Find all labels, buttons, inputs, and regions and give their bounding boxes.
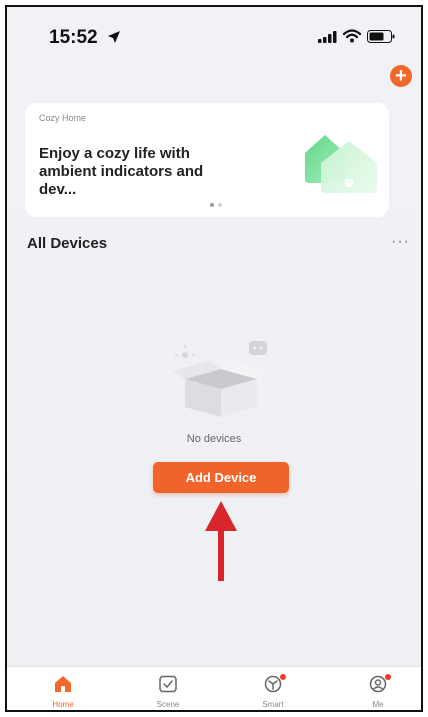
tab-scene[interactable]: Scene bbox=[138, 675, 198, 709]
bottom-tab-bar: Home Scene Smart Me bbox=[7, 666, 421, 710]
tab-smart[interactable]: Smart bbox=[243, 674, 303, 709]
banner-title: Cozy Home bbox=[39, 113, 87, 123]
plus-icon: + bbox=[395, 65, 407, 87]
banner-pagination bbox=[210, 203, 222, 207]
tab-smart-label: Smart bbox=[262, 700, 284, 709]
more-options-button[interactable]: ··· bbox=[391, 233, 410, 251]
cellular-signal-icon bbox=[318, 31, 337, 43]
empty-state-text: No devices bbox=[186, 433, 242, 445]
tab-home[interactable]: Home bbox=[33, 675, 93, 709]
home-icon bbox=[55, 676, 71, 692]
status-time: 15:52 bbox=[49, 27, 98, 48]
annotation-arrow-icon bbox=[205, 501, 237, 581]
empty-box-illustration-icon bbox=[145, 341, 297, 425]
tab-scene-label: Scene bbox=[156, 700, 180, 709]
promo-banner[interactable]: Cozy Home Enjoy a cozy life with ambient… bbox=[25, 103, 389, 217]
tab-me-label: Me bbox=[372, 700, 384, 709]
me-notification-badge bbox=[385, 674, 391, 680]
section-title-all-devices: All Devices bbox=[27, 235, 108, 252]
banner-text: Enjoy a cozy life with ambient indicator… bbox=[39, 145, 204, 198]
location-arrow-icon bbox=[108, 31, 120, 43]
smart-notification-badge bbox=[280, 674, 286, 680]
houses-illustration-icon bbox=[305, 135, 377, 193]
tab-me[interactable]: Me bbox=[348, 674, 408, 709]
status-bar: 15:52 bbox=[7, 7, 421, 63]
wifi-icon bbox=[343, 29, 361, 43]
phone-screen: 15:52 + Cozy Home Enjoy a cozy life with… bbox=[5, 5, 423, 712]
pagination-dot bbox=[218, 203, 222, 207]
add-device-button[interactable]: Add Device bbox=[153, 462, 289, 493]
pagination-dot bbox=[210, 203, 214, 207]
scene-icon bbox=[159, 675, 177, 693]
add-plus-button[interactable]: + bbox=[390, 65, 412, 87]
tab-home-label: Home bbox=[52, 700, 74, 709]
battery-icon bbox=[367, 30, 395, 43]
